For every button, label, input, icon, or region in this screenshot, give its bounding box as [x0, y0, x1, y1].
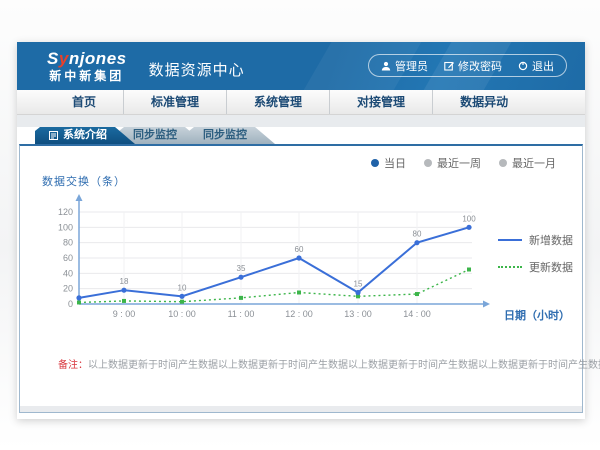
content-panel: 当日 最近一周 最近一月 数据交换（条） 0 20 40 60 80 100 120 9 : 00… [19, 144, 583, 413]
range-last-week[interactable]: 最近一周 [424, 155, 481, 171]
page-title: 数据资源中心 [149, 59, 245, 80]
tab-system-intro[interactable]: 系统介绍 [35, 127, 135, 144]
svg-text:18: 18 [120, 277, 129, 286]
radio-label: 最近一周 [437, 155, 481, 171]
time-range-selector: 当日 最近一周 最近一月 [371, 155, 556, 171]
range-last-month[interactable]: 最近一月 [499, 155, 556, 171]
svg-text:11 : 00: 11 : 00 [228, 309, 255, 319]
document-icon [49, 131, 58, 140]
legend-item: 更新数据 [498, 259, 573, 275]
footnote-text: 以上数据更新于时间产生数据以上数据更新于时间产生数据以上数据更新于时间产生数据以… [88, 360, 600, 371]
nav-item-standard-mgmt[interactable]: 标准管理 [123, 90, 226, 114]
nav-item-system-mgmt[interactable]: 系统管理 [226, 90, 329, 114]
svg-text:0: 0 [68, 299, 73, 309]
svg-text:100: 100 [462, 214, 476, 223]
spacer-band [17, 115, 585, 127]
svg-text:10 : 00: 10 : 00 [168, 309, 196, 319]
range-today[interactable]: 当日 [371, 155, 406, 171]
logout-button[interactable]: 退出 [518, 58, 554, 74]
main-navigation: 首页标准管理系统管理对接管理数据异动 [17, 90, 585, 115]
legend-label: 新增数据 [529, 232, 573, 248]
line-chart: 0 20 40 60 80 100 120 9 : 00 10 : 00 11 : 00 12 : … [40, 192, 510, 332]
radio-label: 最近一月 [512, 155, 556, 171]
y-axis-title: 数据交换（条） [42, 173, 126, 189]
svg-text:35: 35 [237, 264, 246, 273]
user-item-label: 退出 [532, 58, 554, 74]
legend-swatch-dotted-line [498, 266, 522, 268]
x-axis-title: 日期（小时） [504, 307, 570, 323]
footer-strip [20, 406, 582, 412]
svg-text:12 : 00: 12 : 00 [285, 309, 313, 319]
radio-dot-icon [499, 159, 507, 167]
change-password-button[interactable]: 修改密码 [444, 58, 502, 74]
svg-text:13 : 00: 13 : 00 [344, 309, 372, 319]
company-logo: Synjones 新中新集团 [47, 50, 127, 82]
svg-text:80: 80 [413, 230, 422, 239]
svg-text:40: 40 [63, 268, 73, 278]
chart-legend: 新增数据更新数据 [498, 232, 573, 275]
user-icon [381, 61, 391, 71]
radio-label: 当日 [384, 155, 406, 171]
svg-text:9 : 00: 9 : 00 [113, 309, 136, 319]
svg-text:10: 10 [178, 283, 187, 292]
admin-button[interactable]: 管理员 [381, 58, 428, 74]
svg-text:15: 15 [354, 280, 363, 289]
nav-item-interface-mgmt[interactable]: 对接管理 [329, 90, 432, 114]
svg-text:14 : 00: 14 : 00 [403, 309, 431, 319]
logo-wordmark: Synjones [47, 50, 127, 67]
radio-dot-icon [371, 159, 379, 167]
svg-text:120: 120 [58, 207, 73, 217]
nav-item-home[interactable]: 首页 [45, 90, 123, 114]
svg-text:20: 20 [63, 284, 73, 294]
user-toolbar: 管理员 修改密码 退出 [368, 54, 567, 77]
legend-item: 新增数据 [498, 232, 573, 248]
radio-dot-icon [424, 159, 432, 167]
tab-bar: 系统介绍 同步监控 同步监控 [35, 127, 585, 144]
footnote: 备注：以上数据更新于时间产生数据以上数据更新于时间产生数据以上数据更新于时间产生… [58, 356, 600, 371]
tab-label: 同步监控 [133, 127, 177, 144]
app-header: Synjones 新中新集团 数据资源中心 管理员 修改密码 退出 [17, 42, 585, 90]
legend-label: 更新数据 [529, 259, 573, 275]
edit-icon [444, 61, 454, 71]
svg-text:60: 60 [295, 245, 304, 254]
app-window: Synjones 新中新集团 数据资源中心 管理员修改密码退出 首页标准管理系统… [17, 42, 585, 419]
power-icon [518, 61, 528, 71]
tab-label: 同步监控 [203, 127, 247, 144]
user-item-label: 修改密码 [458, 58, 502, 74]
nav-item-data-change[interactable]: 数据异动 [432, 90, 535, 114]
footnote-label: 备注： [58, 360, 88, 371]
user-item-label: 管理员 [395, 58, 428, 74]
svg-text:80: 80 [63, 238, 73, 248]
legend-swatch-solid-line [498, 239, 522, 241]
svg-text:100: 100 [58, 222, 73, 232]
svg-text:60: 60 [63, 253, 73, 263]
logo-company-name: 新中新集团 [47, 70, 127, 82]
tab-label: 系统介绍 [63, 127, 107, 144]
